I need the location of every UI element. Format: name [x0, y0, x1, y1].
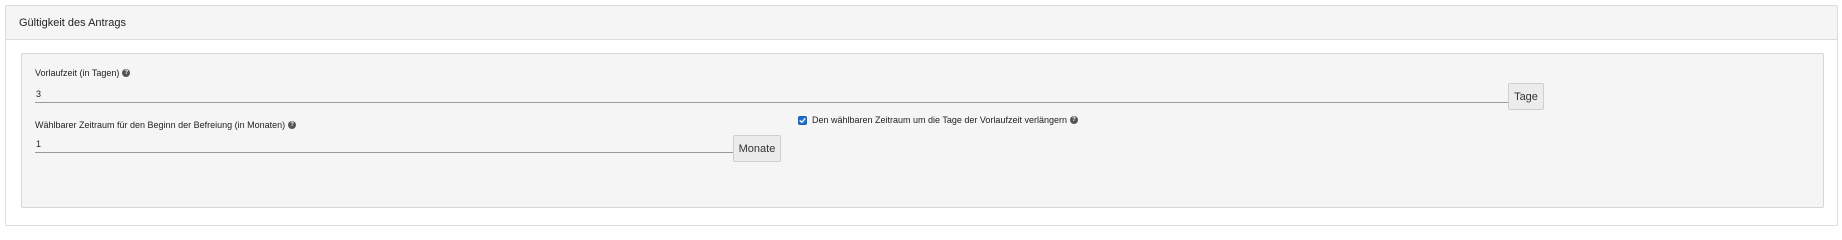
vorlaufzeit-label: Vorlaufzeit (in Tagen) ? — [35, 68, 131, 78]
help-icon[interactable]: ? — [288, 121, 297, 129]
verlaengern-checkbox[interactable] — [798, 115, 807, 125]
panel-title: Gültigkeit des Antrags — [19, 16, 127, 29]
help-icon[interactable]: ? — [1069, 116, 1078, 124]
check-icon — [799, 117, 806, 123]
zeitraum-unit-addon: Monate — [733, 135, 781, 162]
zeitraum-value: 1 — [36, 138, 42, 149]
zeitraum-label: Wählbarer Zeitraum für den Beginn der Be… — [35, 120, 297, 130]
vorlaufzeit-input[interactable]: 3 — [35, 85, 1508, 103]
panel-header: Gültigkeit des Antrags — [6, 6, 1837, 40]
zeitraum-input[interactable]: 1 — [35, 135, 733, 153]
vorlaufzeit-unit-addon: Tage — [1508, 83, 1544, 110]
zeitraum-label-text: Wählbarer Zeitraum für den Beginn der Be… — [35, 120, 286, 130]
settings-section: Vorlaufzeit (in Tagen) ? 3 Tage Wählbare… — [21, 53, 1824, 208]
verlaengern-checkbox-row[interactable]: Den wählbaren Zeitraum um die Tage der V… — [798, 115, 1078, 125]
help-icon[interactable]: ? — [122, 69, 131, 77]
vorlaufzeit-value: 3 — [36, 88, 42, 99]
zeitraum-unit: Monate — [738, 142, 776, 155]
vorlaufzeit-label-text: Vorlaufzeit (in Tagen) — [35, 68, 120, 78]
validity-panel: Gültigkeit des Antrags Vorlaufzeit (in T… — [5, 5, 1838, 226]
verlaengern-label: Den wählbaren Zeitraum um die Tage der V… — [812, 115, 1067, 125]
vorlaufzeit-unit: Tage — [1514, 90, 1538, 103]
